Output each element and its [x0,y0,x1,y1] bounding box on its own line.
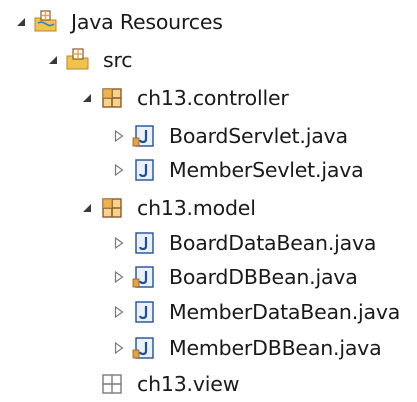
tree-node-package-controller[interactable]: ch13.controller [80,80,289,116]
tree-node-label: MemberSevlet.java [169,158,364,182]
tree-node-file-board-data-bean[interactable]: BoardDataBean.java [112,225,376,261]
expanded-arrow-icon[interactable] [46,53,60,67]
java-file-icon [131,335,157,361]
collapsed-arrow-icon[interactable] [112,270,126,284]
tree-node-java-resources[interactable]: Java Resources [14,4,223,40]
tree-node-label: ch13.model [137,196,256,220]
java-file-icon [131,157,157,183]
expanded-arrow-icon[interactable] [80,91,94,105]
java-resources-folder-icon [33,9,59,35]
project-explorer-tree: Java Resources src ch13.controller Board… [0,0,417,401]
collapsed-arrow-icon[interactable] [112,163,126,177]
tree-node-src[interactable]: src [46,42,133,78]
empty-package-icon [99,371,125,397]
java-file-icon [131,264,157,290]
source-folder-icon [65,47,91,73]
java-file-icon [131,123,157,149]
tree-node-label: BoardDataBean.java [169,231,377,255]
package-icon [99,195,125,221]
tree-node-label: ch13.controller [137,86,289,110]
package-icon [99,85,125,111]
tree-node-label: BoardServlet.java [169,124,348,148]
tree-node-file-member-sevlet[interactable]: MemberSevlet.java [112,152,364,188]
tree-node-file-member-db-bean[interactable]: MemberDBBean.java [112,330,382,366]
tree-node-label: Java Resources [71,10,223,34]
tree-node-label: BoardDBBean.java [169,265,358,289]
tree-node-label: ch13.view [137,372,240,396]
collapsed-arrow-icon[interactable] [112,305,126,319]
tree-node-file-board-servlet[interactable]: BoardServlet.java [112,118,348,154]
java-file-icon [131,299,157,325]
expanded-arrow-icon[interactable] [14,15,28,29]
tree-node-label: src [103,48,133,72]
java-file-icon [131,230,157,256]
tree-node-label: MemberDBBean.java [169,336,382,360]
collapsed-arrow-icon[interactable] [112,129,126,143]
tree-node-package-model[interactable]: ch13.model [80,190,256,226]
tree-node-label: MemberDataBean.java [169,300,401,324]
tree-node-file-board-db-bean[interactable]: BoardDBBean.java [112,259,358,295]
collapsed-arrow-icon[interactable] [112,236,126,250]
tree-node-file-member-data-bean[interactable]: MemberDataBean.java [112,294,400,330]
expanded-arrow-icon[interactable] [80,201,94,215]
tree-node-package-view[interactable]: ch13.view [99,366,239,402]
collapsed-arrow-icon[interactable] [112,341,126,355]
